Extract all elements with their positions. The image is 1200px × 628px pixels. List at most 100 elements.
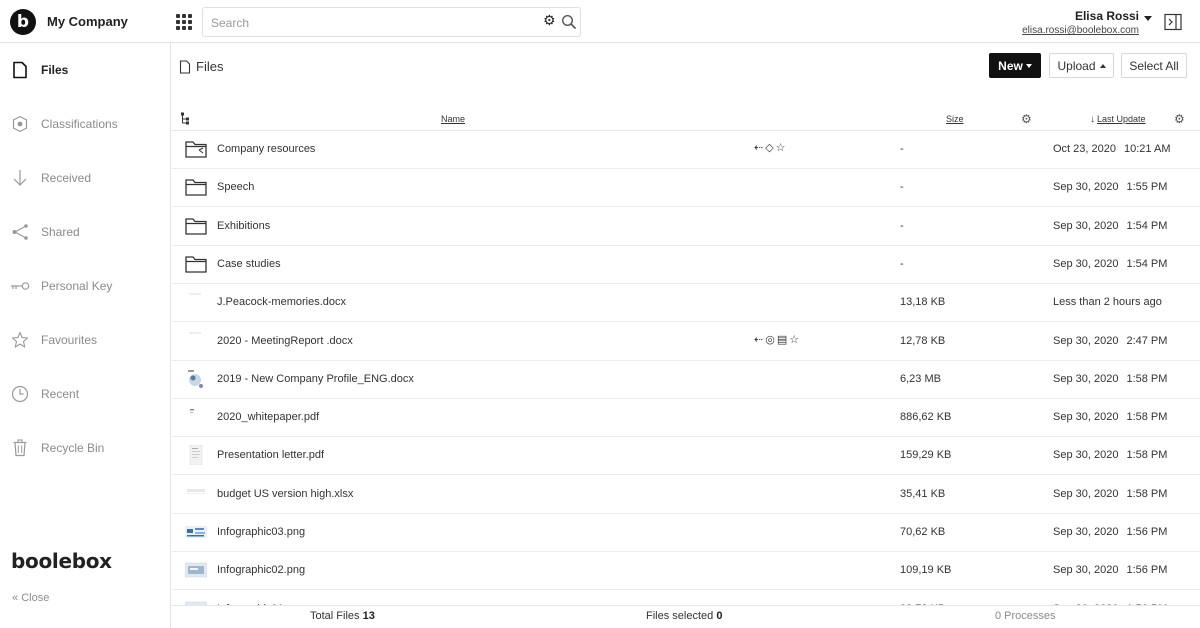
sidebar-item-recycle-bin[interactable]: Recycle Bin <box>0 428 171 468</box>
file-name[interactable]: budget US version high.xlsx <box>217 488 353 500</box>
column-header-last-update[interactable]: ↓Last Update <box>1090 114 1146 125</box>
sidebar-item-label: Files <box>41 63 68 77</box>
star-icon <box>10 330 30 350</box>
file-thumbnail-icon <box>185 522 207 542</box>
panel-toggle-icon[interactable] <box>1164 13 1182 31</box>
select-all-button[interactable]: Select All <box>1121 53 1187 78</box>
table-row[interactable]: 2019 - New Company Profile_ENG.docx6,23 … <box>172 361 1200 399</box>
sidebar-item-favourites[interactable]: Favourites <box>0 320 171 360</box>
column-header-size[interactable]: Size <box>946 114 964 124</box>
page-title-text: Files <box>196 59 223 74</box>
file-thumbnail-icon <box>185 369 207 389</box>
table-row[interactable]: Infographic02.png109,19 KBSep 30, 20201:… <box>172 552 1200 590</box>
close-label: Close <box>21 592 49 604</box>
table-row[interactable]: Speech - Sep 30, 2020 1:55 PM <box>172 169 1200 207</box>
last-update-date: Sep 30, 2020 <box>1053 488 1118 500</box>
last-update: Sep 30, 20201:58 PM <box>1053 488 1167 500</box>
last-update-date: Sep 30, 2020 <box>1053 411 1118 423</box>
file-icon <box>10 60 30 80</box>
search-input[interactable] <box>211 13 531 33</box>
files-selected-count: 0 <box>716 610 722 622</box>
table-row[interactable]: Presentation letter.pdf159,29 KBSep 30, … <box>172 437 1200 475</box>
file-name[interactable]: Case studies <box>217 258 281 270</box>
table-row[interactable]: 2020 - MeetingReport .docx ⇠◎▤☆ 12,78 KB Se… <box>172 323 1200 361</box>
file-size: - <box>900 181 904 193</box>
table-row[interactable]: Infographic0192,73 KBSep 30, 20201:56 PM <box>172 591 1200 605</box>
table-row[interactable]: 2020_whitepaper.pdf 886,62 KB Sep 30, 2020… <box>172 399 1200 437</box>
last-update: Oct 23, 202010:21 AM <box>1053 143 1170 155</box>
table-row[interactable]: Exhibitions-Sep 30, 20201:54 PM <box>172 208 1200 246</box>
last-update-time: 1:58 PM <box>1126 411 1167 423</box>
table-row[interactable]: budget US version high.xlsx35,41 KBSep 3… <box>172 476 1200 514</box>
file-name[interactable]: 2020_whitepaper.pdf <box>217 411 319 423</box>
sidebar-item-label: Recycle Bin <box>41 441 104 455</box>
file-name[interactable]: Presentation letter.pdf <box>217 449 324 461</box>
sidebar-item-label: Shared <box>41 225 80 239</box>
files-selected-label: Files selected <box>646 610 713 622</box>
sidebar-item-label: Favourites <box>41 333 97 347</box>
table-row[interactable]: J.Peacock-memories.docx13,18 KBLess than… <box>172 284 1200 322</box>
sidebar-item-personal-key[interactable]: Personal Key <box>0 266 171 306</box>
last-update-time: 1:58 PM <box>1126 373 1167 385</box>
column-header-name[interactable]: Name <box>441 114 465 124</box>
upload-button-label: Upload <box>1057 59 1095 73</box>
file-name[interactable]: Exhibitions <box>217 220 270 232</box>
new-button[interactable]: New <box>989 53 1041 78</box>
file-name[interactable]: Infographic02.png <box>217 564 305 576</box>
user-email[interactable]: elisa.rossi@boolebox.com <box>1022 25 1139 36</box>
file-name[interactable]: 2020 - MeetingReport .docx <box>217 335 353 347</box>
brand[interactable]: b My Company <box>10 8 128 35</box>
close-sidebar-button[interactable]: « Close <box>12 592 49 604</box>
sidebar-item-files[interactable]: Files <box>0 50 171 90</box>
trash-icon <box>10 438 30 458</box>
last-update-date: Sep 30, 2020 <box>1053 258 1118 270</box>
last-update-date: Sep 30, 2020 <box>1053 181 1118 193</box>
file-name[interactable]: J.Peacock-memories.docx <box>217 296 346 308</box>
file-name[interactable]: Speech <box>217 181 254 193</box>
file-size: 12,78 KB <box>900 335 945 347</box>
file-name[interactable]: 2019 - New Company Profile_ENG.docx <box>217 373 414 385</box>
last-update: Sep 30, 20201:56 PM <box>1053 526 1167 538</box>
row-action-icons[interactable]: ⇠◇☆ <box>754 141 788 154</box>
hexagon-icon <box>10 114 30 134</box>
user-menu-caret-icon[interactable] <box>1144 16 1152 21</box>
last-update-time: 2:47 PM <box>1126 335 1167 347</box>
upload-button[interactable]: Upload <box>1049 53 1114 78</box>
sidebar-item-received[interactable]: Received <box>0 158 171 198</box>
file-size: - <box>900 143 904 155</box>
table-row[interactable]: Company resources ⇠◇☆ - Oct 23, 202010:21 A… <box>172 131 1200 169</box>
row-action-icons[interactable]: ⇠◎▤☆ <box>754 333 801 346</box>
boolebox-wordmark: boolebox <box>11 549 112 573</box>
file-name[interactable]: Company resources <box>217 143 315 155</box>
file-name[interactable]: Infographic03.png <box>217 526 305 538</box>
sidebar-item-shared[interactable]: Shared <box>0 212 171 252</box>
total-files-label: Total Files <box>310 610 360 622</box>
total-files-count: 13 <box>363 610 375 622</box>
last-update-time: 1:56 PM <box>1126 526 1167 538</box>
table-row[interactable]: Case studies-Sep 30, 20201:54 PM <box>172 246 1200 284</box>
user-menu[interactable]: Elisa Rossi elisa.rossi@boolebox.com <box>1022 9 1139 36</box>
search-settings-gear-icon[interactable]: ⚙ <box>543 13 556 29</box>
last-update-date: Sep 30, 2020 <box>1053 449 1118 461</box>
file-thumbnail-icon <box>185 292 207 312</box>
last-update: Sep 30, 20202:47 PM <box>1053 335 1167 347</box>
page-title: Files <box>179 59 223 74</box>
sidebar-item-label: Received <box>41 171 91 185</box>
key-icon <box>10 276 30 296</box>
table-settings-gear-icon[interactable]: ⚙ <box>1174 112 1185 126</box>
file-size: - <box>900 220 904 232</box>
folder-icon <box>185 139 207 159</box>
table-row[interactable]: Infographic03.png70,62 KBSep 30, 20201:5… <box>172 514 1200 552</box>
file-size: 886,62 KB <box>900 411 951 423</box>
sort-arrow-down-icon: ↓ <box>1090 114 1095 125</box>
apps-grid-icon[interactable] <box>176 14 192 30</box>
caret-up-icon <box>1100 64 1106 68</box>
processes-status[interactable]: 0 Processes <box>995 610 1056 622</box>
sidebar-item-classifications[interactable]: Classifications <box>0 104 171 144</box>
last-update-time: 1:55 PM <box>1126 181 1167 193</box>
column-settings-gear-icon[interactable]: ⚙ <box>1021 112 1032 126</box>
sidebar: Files Classifications Received Shared Pe… <box>0 43 171 628</box>
search-icon[interactable] <box>561 14 577 30</box>
sidebar-item-recent[interactable]: Recent <box>0 374 171 414</box>
tree-view-icon[interactable] <box>180 112 192 125</box>
